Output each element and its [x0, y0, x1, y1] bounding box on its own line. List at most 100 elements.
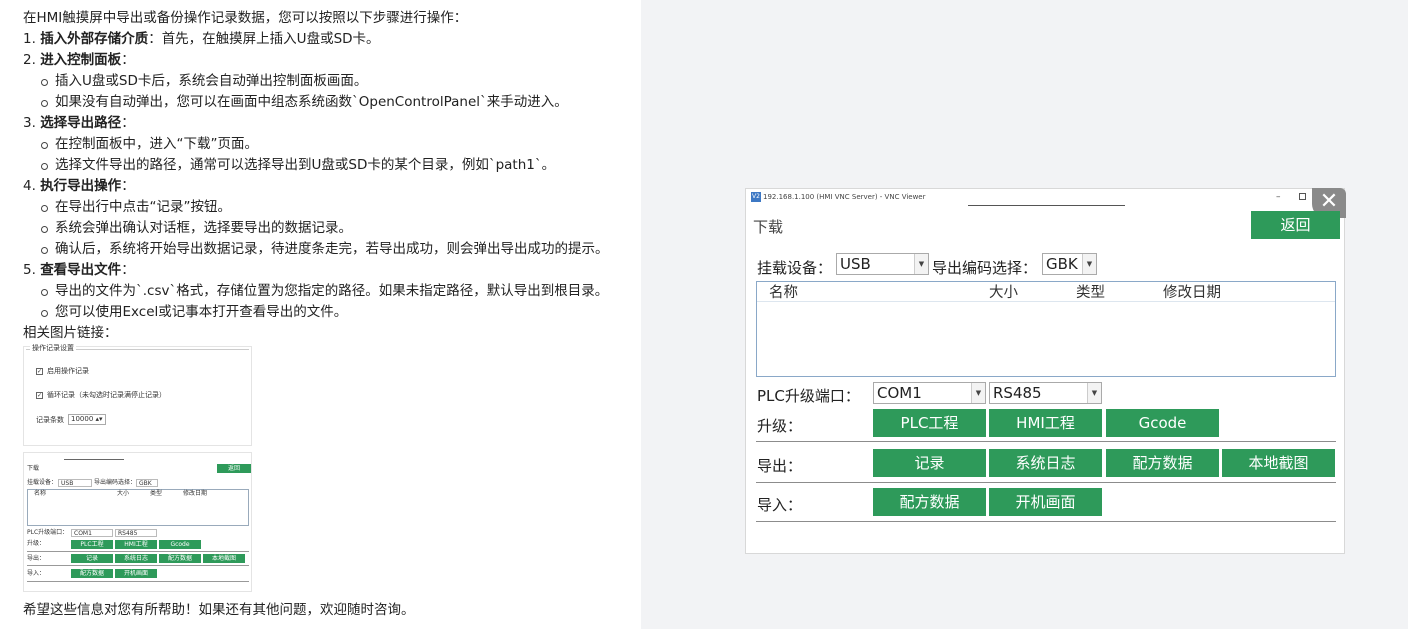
- step-num: 5.: [23, 262, 36, 278]
- thumb-hmi-button: HMI工程: [115, 540, 157, 549]
- thumb-port-select: COM1: [71, 529, 113, 537]
- file-list-table[interactable]: 名称 大小 类型 修改日期: [756, 281, 1336, 377]
- page-title: 下载: [753, 218, 784, 236]
- loop-record-row: ✓ 循环记录（未勾选时记录满停止记录）: [36, 390, 166, 400]
- thumb-record-button: 记录: [71, 554, 113, 563]
- checkbox-checked-icon: ✓: [36, 367, 43, 375]
- export-screenshot-button[interactable]: 本地截图: [1222, 449, 1335, 477]
- plc-project-button[interactable]: PLC工程: [873, 409, 986, 437]
- column-modified-date[interactable]: 修改日期: [1163, 282, 1221, 304]
- thumbnail-record-settings[interactable]: 操作记录设置 ✓ 启用操作记录 ✓ 循环记录（未勾选时记录满停止记录） 记录条数…: [23, 344, 252, 446]
- checkbox-checked-icon: ✓: [36, 391, 43, 399]
- step-num: 4.: [23, 178, 36, 194]
- chevron-down-icon: ▼: [971, 383, 985, 403]
- vnc-titlebar: V2 192.168.1.100 (HMI VNC Server) - VNC …: [746, 189, 1344, 205]
- thumb-file-table: 名称 大小 类型 修改日期: [27, 489, 249, 526]
- group-legend: 操作记录设置: [30, 344, 76, 352]
- plc-port-label: PLC升级端口：: [757, 387, 860, 405]
- step-num: 1.: [23, 31, 36, 47]
- thumb-divider: [27, 565, 249, 566]
- step-1: 1. 插入外部存储介质：首先，在触摸屏上插入U盘或SD卡。: [23, 29, 641, 50]
- thumb-boot-screen-button: 开机画面: [115, 569, 157, 578]
- device-label: 挂载设备：: [757, 259, 833, 277]
- answer-closing: 希望这些信息对您有所帮助！如果还有其他问题，欢迎随时咨询。: [23, 602, 415, 618]
- vnc-toolbar-handle[interactable]: [968, 205, 1125, 206]
- upgrade-label: 升级：: [757, 417, 803, 435]
- gcode-button[interactable]: Gcode: [1106, 409, 1219, 437]
- import-label: 导入：: [757, 496, 803, 514]
- record-count-label: 记录条数: [36, 415, 64, 424]
- divider: [756, 521, 1336, 522]
- enable-record-label: 启用操作记录: [47, 367, 89, 375]
- step-num: 2.: [23, 52, 36, 68]
- step-title: 进入控制面板: [40, 52, 122, 68]
- record-count-input: 10000 ▴▾: [68, 414, 106, 425]
- thumb-upgrade-label: 升级：: [27, 540, 46, 547]
- minimize-icon[interactable]: –: [1276, 189, 1281, 205]
- thumb-topbar-line: [64, 459, 124, 460]
- port-select-value: COM1: [877, 384, 922, 402]
- step-colon: ：: [121, 115, 135, 131]
- thumb-device-select: USB: [58, 479, 92, 487]
- divider: [756, 441, 1336, 442]
- thumb-divider: [27, 551, 249, 552]
- column-size[interactable]: 大小: [989, 282, 1018, 304]
- list-item: 如果没有自动弹出，您可以在画面中组态系统函数`OpenControlPanel`…: [37, 92, 641, 113]
- encoding-select[interactable]: GBK ▼: [1042, 253, 1097, 275]
- thumb-export-label: 导出：: [27, 555, 46, 562]
- step-colon: ：: [121, 178, 135, 194]
- export-recipe-button[interactable]: 配方数据: [1106, 449, 1219, 477]
- maximize-icon[interactable]: [1299, 193, 1306, 200]
- column-type[interactable]: 类型: [1076, 282, 1105, 304]
- step-title: 选择导出路径: [40, 115, 122, 131]
- list-item: 导出的文件为`.csv`格式，存储位置为您指定的路径。如果未指定路径，默认导出到…: [37, 281, 641, 302]
- list-item: 在控制面板中，进入“下载”页面。: [37, 134, 641, 155]
- thumb-import-recipe-button: 配方数据: [71, 569, 113, 578]
- encoding-select-value: GBK: [1046, 255, 1078, 273]
- step-num: 3.: [23, 115, 36, 131]
- vnc-window-title: 192.168.1.100 (HMI VNC Server) - VNC Vie…: [763, 193, 926, 201]
- device-select[interactable]: USB ▼: [836, 253, 929, 275]
- step-text: 首先，在触摸屏上插入U盘或SD卡。: [161, 31, 380, 47]
- step-title: 查看导出文件: [40, 262, 122, 278]
- import-boot-screen-button[interactable]: 开机画面: [989, 488, 1102, 516]
- chevron-down-icon: ▼: [914, 254, 928, 274]
- thumb-protocol-select: RS485: [115, 529, 157, 537]
- thumb-import-label: 导入：: [27, 570, 46, 577]
- divider: [756, 482, 1336, 483]
- list-item: 确认后，系统将开始导出数据记录，待进度条走完，若导出成功，则会弹出导出成功的提示…: [37, 239, 641, 260]
- list-item: 插入U盘或SD卡后，系统会自动弹出控制面板画面。: [37, 71, 641, 92]
- step-title: 插入外部存储介质: [40, 31, 149, 47]
- thumb-divider: [27, 581, 249, 582]
- column-name[interactable]: 名称: [769, 282, 798, 304]
- protocol-select[interactable]: RS485 ▼: [989, 382, 1102, 404]
- protocol-select-value: RS485: [993, 384, 1042, 402]
- list-item: 选择文件导出的路径，通常可以选择导出到U盘或SD卡的某个目录，例如`path1`…: [37, 155, 641, 176]
- thumb-plc-button: PLC工程: [71, 540, 113, 549]
- back-button[interactable]: 返回: [1251, 211, 1340, 239]
- thumb-screenshot-button: 本地截图: [203, 554, 245, 563]
- port-select[interactable]: COM1 ▼: [873, 382, 986, 404]
- thumb-device-label: 挂载设备：: [27, 479, 58, 486]
- import-recipe-button[interactable]: 配方数据: [873, 488, 986, 516]
- thumb-gcode-button: Gcode: [159, 540, 201, 549]
- chevron-down-icon: ▼: [1087, 383, 1101, 403]
- thumb-syslog-button: 系统日志: [115, 554, 157, 563]
- record-count-value: 10000: [71, 415, 94, 423]
- list-item: 系统会弹出确认对话框，选择要导出的数据记录。: [37, 218, 641, 239]
- step-5: 5. 查看导出文件： 导出的文件为`.csv`格式，存储位置为您指定的路径。如果…: [23, 260, 641, 323]
- hmi-project-button[interactable]: HMI工程: [989, 409, 1102, 437]
- thumb-col-type: 类型: [150, 490, 163, 497]
- step-2: 2. 进入控制面板： 插入U盘或SD卡后，系统会自动弹出控制面板画面。 如果没有…: [23, 50, 641, 113]
- list-item: 您可以使用Excel或记事本打开查看导出的文件。: [37, 302, 641, 323]
- thumb-back-button: 返回: [217, 464, 251, 473]
- step-colon: ：: [148, 31, 162, 47]
- vnc-app-icon: V2: [751, 192, 761, 202]
- thumb-encoding-select: GBK: [136, 479, 158, 487]
- thumbnail-vnc-download-page[interactable]: 下载 返回 挂载设备： USB 导出编码选择： GBK 名称 大小 类型 修改日…: [23, 452, 252, 592]
- export-record-button[interactable]: 记录: [873, 449, 986, 477]
- loop-record-label: 循环记录（未勾选时记录满停止记录）: [47, 391, 166, 399]
- thumb-recipe-button: 配方数据: [159, 554, 201, 563]
- thumb-page-title: 下载: [27, 465, 40, 472]
- export-syslog-button[interactable]: 系统日志: [989, 449, 1102, 477]
